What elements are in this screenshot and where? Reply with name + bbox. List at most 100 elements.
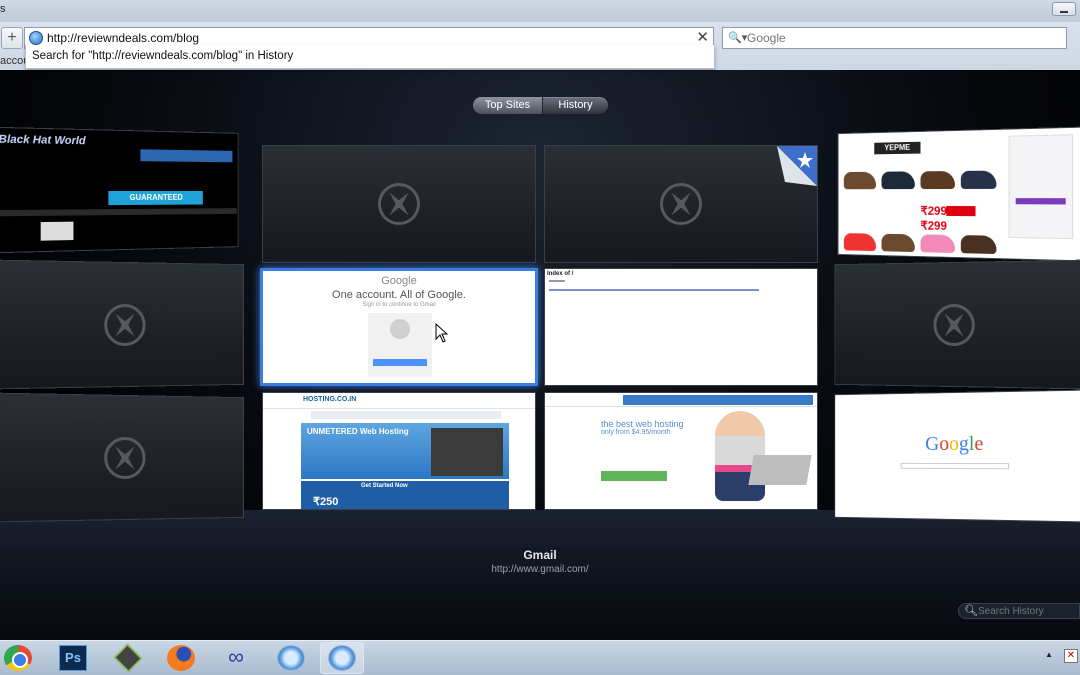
google-search-bar bbox=[900, 462, 1010, 470]
index-entry bbox=[549, 289, 759, 291]
shoe-image bbox=[920, 170, 955, 190]
thumbnail-blackhatworld[interactable]: Black Hat World GUARANTEED bbox=[0, 126, 239, 254]
top-sites-view: Top Sites History Black Hat World GUARAN… bbox=[0, 70, 1080, 640]
avatar bbox=[390, 319, 410, 339]
tray-expand-icon[interactable]: ▲ bbox=[1045, 650, 1053, 659]
shoe-image bbox=[920, 234, 955, 254]
yepme-sidebar-button bbox=[1015, 198, 1066, 205]
title-bar: s bbox=[0, 0, 1080, 22]
google-logo-letter: g bbox=[958, 432, 969, 455]
minimize-button[interactable] bbox=[1052, 2, 1076, 16]
thumbnail-empty[interactable] bbox=[544, 145, 818, 263]
index-entry bbox=[549, 280, 565, 282]
blackhat-row bbox=[0, 208, 237, 217]
hosting-cta: Get Started Now bbox=[361, 483, 408, 489]
photoshop-icon[interactable]: Ps bbox=[59, 645, 87, 671]
hosting-panel bbox=[431, 428, 503, 476]
thumbnail-yepme[interactable]: YEPME ₹299 ₹299 bbox=[837, 126, 1080, 262]
thumbnail-empty[interactable] bbox=[262, 145, 536, 263]
app-icon[interactable] bbox=[113, 643, 143, 673]
compass-icon bbox=[104, 436, 146, 479]
chrome-icon[interactable] bbox=[4, 645, 32, 671]
shoe-image bbox=[960, 235, 997, 255]
mouse-cursor-icon bbox=[435, 323, 449, 343]
thumbnail-best-hosting[interactable]: the best web hosting only from $4.95/mon… bbox=[544, 392, 818, 510]
history-suggestion[interactable]: Search for "http://reviewndeals.com/blog… bbox=[25, 45, 715, 69]
google-logo-letter: G bbox=[925, 433, 940, 456]
thumbnail-empty[interactable] bbox=[0, 259, 244, 390]
action-center-flag-icon[interactable]: ✕ bbox=[1064, 649, 1078, 663]
firefox-icon[interactable] bbox=[167, 645, 195, 671]
hosting-logo: HOSTING.CO.IN bbox=[303, 396, 357, 403]
hosting-hero: UNMETERED Web Hosting bbox=[301, 423, 509, 479]
search-box[interactable]: 🔍▾ bbox=[722, 27, 1067, 49]
yepme-shop-button bbox=[946, 205, 976, 217]
shoe-image bbox=[843, 233, 877, 252]
search-input[interactable] bbox=[745, 30, 1045, 46]
add-bookmark-button[interactable]: + bbox=[1, 27, 23, 49]
google-logo-letter: e bbox=[974, 432, 984, 455]
compass-icon bbox=[378, 183, 420, 225]
blackhat-logo: Black Hat World bbox=[0, 133, 86, 148]
search-history-box[interactable]: 🔍︎ bbox=[958, 603, 1080, 619]
compass-icon bbox=[104, 303, 146, 346]
signin-button-preview bbox=[373, 359, 427, 366]
google-signin-title: One account. All of Google. bbox=[332, 289, 466, 301]
google-signin-subtitle: Sign in to continue to Gmail bbox=[362, 302, 436, 308]
signin-card bbox=[368, 313, 432, 377]
history-suggestion-text: Search for "http://reviewndeals.com/blog… bbox=[32, 50, 294, 62]
shoe-image bbox=[960, 170, 997, 189]
best-hosting-headline: the best web hosting bbox=[601, 419, 684, 429]
google-logo: Google bbox=[835, 432, 1080, 456]
google-logo-letter: o bbox=[949, 432, 959, 456]
tab-top-sites[interactable]: Top Sites bbox=[473, 97, 542, 114]
shoe-image bbox=[843, 171, 877, 190]
index-title: Index of / bbox=[547, 271, 574, 277]
hosting-bottom: ₹250 Get Started Now bbox=[301, 481, 509, 509]
laptop-photo bbox=[748, 455, 812, 485]
hosting-nav bbox=[311, 411, 501, 419]
blackhat-badge: GUARANTEED bbox=[108, 190, 203, 206]
yepme-price: ₹299 bbox=[920, 203, 947, 218]
thumbnail-index[interactable]: Index of / bbox=[544, 268, 818, 386]
thumbnail-gmail[interactable]: Google One account. All of Google. Sign … bbox=[260, 268, 538, 386]
shoe-image bbox=[881, 171, 915, 190]
best-hosting-nav bbox=[623, 395, 813, 405]
compass-icon bbox=[660, 183, 702, 225]
taskbar: Ps ∞ bbox=[0, 640, 1080, 675]
google-signin-logo: Google bbox=[381, 275, 417, 287]
search-history-input[interactable] bbox=[976, 605, 1076, 618]
best-hosting-header bbox=[545, 393, 817, 407]
hosting-price: ₹250 bbox=[313, 496, 339, 508]
hosting-hero-title: UNMETERED Web Hosting bbox=[307, 427, 409, 436]
pinned-star-icon[interactable] bbox=[777, 146, 817, 186]
view-switcher: Top Sites History bbox=[472, 96, 609, 115]
reflection-floor bbox=[0, 510, 1080, 640]
hover-site-url: http://www.gmail.com/ bbox=[491, 564, 589, 575]
yepme-logo: YEPME bbox=[874, 141, 921, 155]
globe-icon bbox=[29, 31, 43, 45]
clear-address-icon[interactable]: ✕ bbox=[696, 28, 709, 46]
yepme-price: ₹299 bbox=[920, 218, 947, 233]
best-hosting-cta bbox=[601, 471, 667, 481]
thumbnail-google[interactable]: Google bbox=[834, 389, 1080, 523]
google-logo-letter: o bbox=[939, 433, 950, 456]
address-input[interactable] bbox=[45, 30, 685, 46]
infinity-app-icon[interactable]: ∞ bbox=[222, 645, 250, 671]
tab-history[interactable]: History bbox=[542, 97, 608, 114]
hosting-header: HOSTING.CO.IN bbox=[263, 393, 535, 409]
minimize-icon bbox=[1060, 11, 1068, 13]
safari-active-icon[interactable] bbox=[328, 645, 356, 671]
thumbnail-empty[interactable] bbox=[834, 259, 1080, 390]
best-hosting-sub: only from $4.95/month bbox=[601, 429, 671, 436]
hover-site-title: Gmail bbox=[523, 548, 557, 562]
blackhat-banner bbox=[140, 149, 233, 163]
safari-icon[interactable] bbox=[277, 645, 305, 671]
window-title: s bbox=[0, 3, 6, 15]
thumbnail-empty[interactable] bbox=[0, 392, 244, 523]
thumbnail-hosting[interactable]: HOSTING.CO.IN UNMETERED Web Hosting ₹250… bbox=[262, 392, 536, 510]
shoe-image bbox=[881, 233, 915, 253]
compass-icon bbox=[933, 303, 975, 346]
yepme-sidebar bbox=[1008, 134, 1074, 240]
blackhat-form bbox=[40, 221, 74, 241]
